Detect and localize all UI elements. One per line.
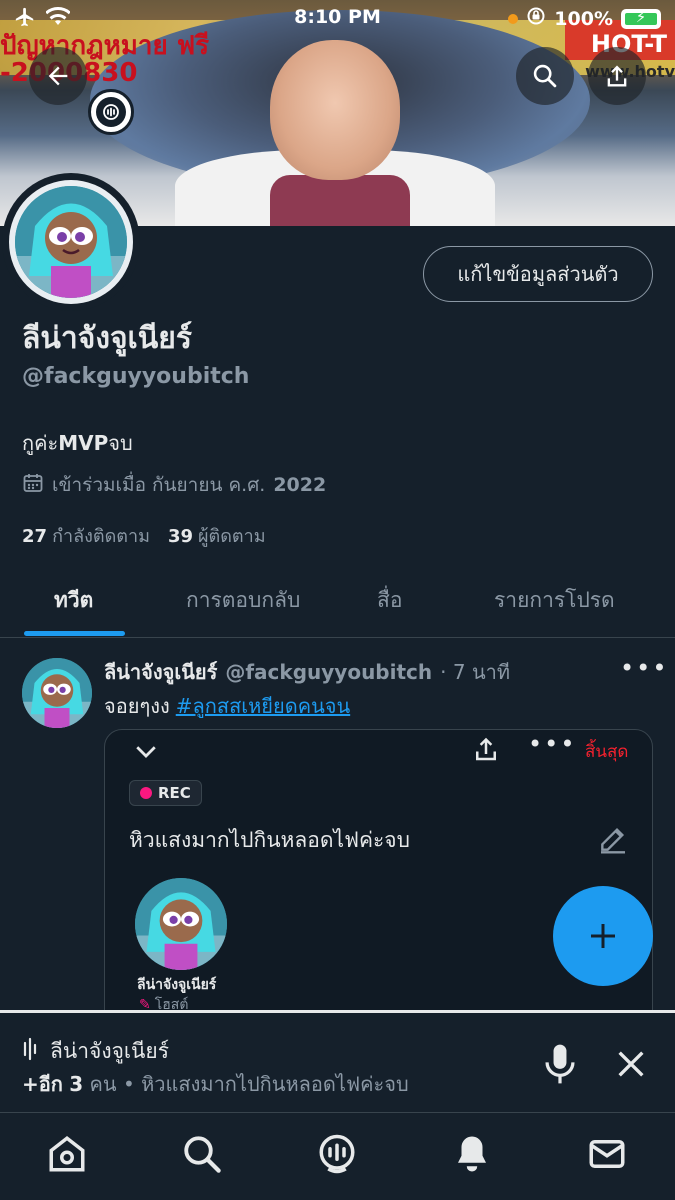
chevron-down-icon[interactable] [131, 736, 161, 770]
space-share-icon[interactable] [471, 734, 501, 768]
edit-profile-button[interactable]: แก้ไขข้อมูลส่วนตัว [423, 246, 653, 302]
mic-in-use-indicator [508, 13, 519, 24]
profile-handle: @fackguyyoubitch [22, 364, 250, 389]
back-button[interactable] [29, 47, 87, 105]
back-arrow-icon [48, 66, 68, 86]
tweet-more-button[interactable]: ••• [620, 654, 668, 682]
dock-separator: • [122, 1072, 135, 1096]
profile-tabs: ทวีต การตอบกลับ สื่อ รายการโปรด [0, 568, 675, 638]
space-more-button[interactable]: ••• [528, 730, 576, 758]
tab-likes[interactable]: รายการโปรด [494, 584, 615, 617]
rec-badge: REC [129, 780, 202, 806]
plus-icon [591, 924, 615, 948]
tweet-author-name[interactable]: ลีน่าจังจูเนียร์ [104, 656, 217, 688]
avatar-ring [9, 180, 133, 304]
explore-search-icon[interactable] [181, 1133, 223, 1179]
joined-year: 2022 [273, 474, 327, 496]
bio-prefix: กูค่ะ [22, 431, 59, 455]
spaces-icon [96, 97, 126, 127]
space-title: หิวแสงมากไปกินหลอดไฟค่ะจบ [129, 828, 410, 852]
tweet-header: ลีน่าจังจูเนียร์ @fackguyyoubitch · 7 นา… [104, 656, 510, 688]
compose-tweet-button[interactable] [553, 886, 653, 986]
following-link[interactable]: 27 กำลังติดตาม [22, 521, 150, 550]
share-button[interactable] [588, 47, 646, 105]
host-avatar[interactable] [135, 878, 227, 970]
profile-name: ลีน่าจังจูเนียร์ [22, 321, 192, 356]
orientation-lock-icon [526, 6, 546, 31]
host-name: ลีน่าจังจูเนียร์ [137, 977, 217, 993]
banner-shirt [270, 175, 410, 226]
space-dock[interactable]: ลีน่าจังจูเนียร์ +อีก 3 คน • หิวแสงมากไป… [0, 1010, 675, 1110]
dock-title: หิวแสงมากไปกินหลอดไฟค่ะจบ [141, 1072, 409, 1096]
pencil-icon[interactable] [597, 823, 629, 859]
battery-icon: ⚡ [621, 8, 661, 29]
tweet-time: · 7 นาที [440, 660, 511, 684]
bottom-navigation [0, 1112, 675, 1200]
dock-unit: คน [89, 1072, 117, 1096]
battery-percent: 100% [554, 7, 613, 30]
notifications-bell-icon[interactable] [451, 1133, 493, 1179]
following-label: กำลังติดตาม [52, 526, 150, 547]
tweet-text-main: จอยๆงง [104, 694, 170, 718]
audio-bars-icon [22, 1037, 42, 1066]
spaces-nav-icon[interactable] [316, 1133, 358, 1179]
followers-label: ผู้ติดตาม [198, 526, 266, 547]
spaces-badge[interactable] [88, 89, 134, 135]
profile-avatar[interactable] [2, 173, 140, 311]
status-right: 100% ⚡ [508, 6, 661, 31]
calendar-icon [22, 472, 44, 499]
search-button[interactable] [516, 47, 574, 105]
banner-face [270, 40, 400, 180]
rec-dot [140, 787, 152, 799]
bio-suffix: จบ [108, 431, 133, 455]
followers-link[interactable]: 39 ผู้ติดตาม [168, 521, 266, 550]
joined-text: เข้าร่วมเมื่อ กันยายน ค.ศ. [52, 474, 266, 496]
messages-envelope-icon[interactable] [586, 1133, 628, 1179]
followers-count: 39 [167, 526, 193, 547]
dock-space-host: ลีน่าจังจูเนียร์ [22, 1035, 169, 1068]
dock-plus: +อีก [22, 1072, 63, 1096]
home-icon[interactable] [46, 1133, 88, 1179]
joined-date: เข้าร่วมเมื่อ กันยายน ค.ศ. 2022 [22, 470, 326, 500]
following-count: 27 [22, 526, 48, 547]
bio-bold: MVP [58, 431, 109, 455]
tweet-text: จอยๆงง #ลูกสสเหยียดคนจน [104, 690, 350, 722]
dock-count: 3 [69, 1072, 84, 1096]
active-tab-indicator [24, 631, 125, 636]
tab-tweets[interactable]: ทวีต [54, 584, 93, 617]
space-end-label[interactable]: สิ้นสุด [585, 738, 628, 765]
avatar-image [15, 186, 127, 298]
share-icon [607, 65, 627, 87]
tab-media[interactable]: สื่อ [377, 584, 402, 617]
microphone-icon[interactable] [540, 1043, 580, 1089]
dock-subtitle: +อีก 3 คน • หิวแสงมากไปกินหลอดไฟค่ะจบ [22, 1068, 409, 1100]
tab-replies[interactable]: การตอบกลับ [186, 584, 300, 617]
search-icon [533, 64, 557, 88]
profile-bio: กูค่ะMVPจบ [22, 427, 133, 459]
tweet-author-handle[interactable]: @fackguyyoubitch [225, 660, 432, 684]
tweet-hashtag[interactable]: #ลูกสสเหยียดคนจน [176, 694, 350, 718]
follow-stats: 27 กำลังติดตาม 39 ผู้ติดตาม [22, 521, 266, 550]
dock-host-name: ลีน่าจังจูเนียร์ [50, 1039, 169, 1063]
tweet-avatar[interactable] [22, 658, 92, 728]
space-card[interactable]: ••• สิ้นสุด REC หิวแสงมากไปกินหลอดไฟค่ะจ… [104, 729, 653, 1019]
rec-label: REC [158, 784, 191, 802]
close-icon[interactable] [614, 1047, 648, 1085]
status-bar: 8:10 PM 100% ⚡ [0, 0, 675, 38]
